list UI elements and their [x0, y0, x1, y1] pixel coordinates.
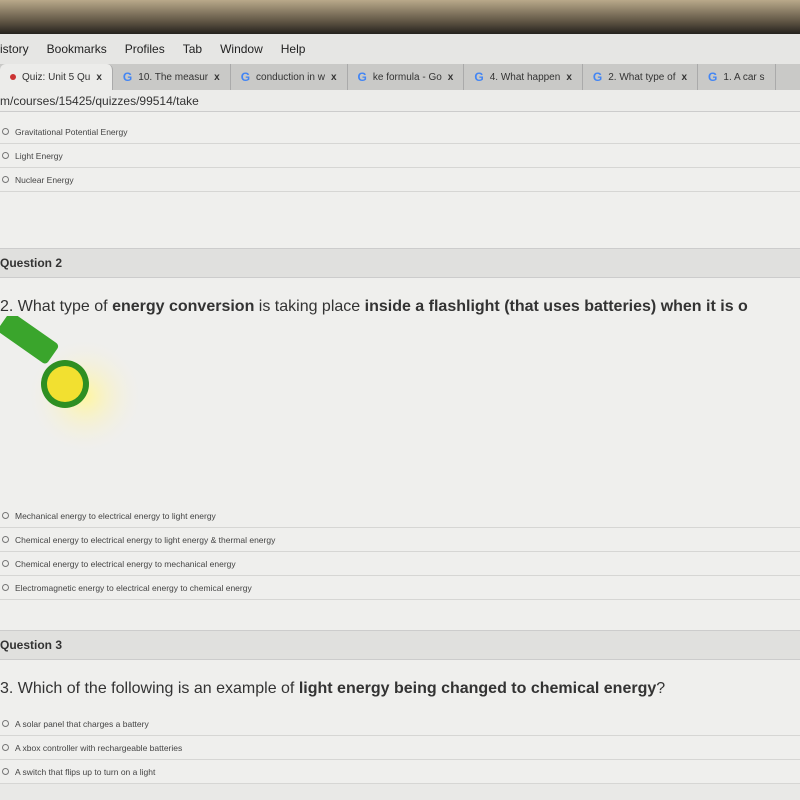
question-text-segment: is taking place — [254, 298, 365, 315]
close-tab-icon[interactable]: x — [566, 72, 572, 83]
question-text-segment: 2. What type of — [0, 298, 113, 315]
question-3-header: Question 3 — [0, 630, 800, 660]
menu-item[interactable]: Bookmarks — [47, 42, 107, 56]
menu-item[interactable]: Tab — [183, 42, 202, 56]
browser-tab[interactable]: Quiz: Unit 5 Qu x — [0, 64, 113, 90]
option-label: Light Energy — [15, 150, 63, 161]
answer-option[interactable]: Chemical energy to electrical energy to … — [0, 528, 800, 552]
radio-button[interactable] — [2, 584, 9, 591]
menu-item[interactable]: Help — [281, 42, 306, 56]
radio-button[interactable] — [2, 744, 9, 751]
option-label: A switch that flips up to turn on a ligh… — [15, 766, 156, 777]
google-icon: G — [708, 70, 718, 84]
option-label: Mechanical energy to electrical energy t… — [15, 510, 216, 521]
radio-button[interactable] — [2, 176, 9, 183]
google-icon: G — [122, 70, 133, 84]
option-label: Chemical energy to electrical energy to … — [15, 534, 276, 545]
radio-button[interactable] — [2, 536, 9, 543]
address-bar[interactable]: m/courses/15425/quizzes/99514/take — [0, 90, 800, 112]
google-icon: G — [474, 70, 484, 84]
option-label: Electromagnetic energy to electrical ene… — [15, 582, 252, 593]
tab-label: 1. A car s — [723, 71, 765, 83]
answer-option[interactable]: A xbox controller with rechargeable batt… — [0, 736, 800, 760]
radio-button[interactable] — [2, 152, 9, 159]
browser-tab[interactable]: Gconduction in w x — [231, 64, 348, 90]
question-3-text: 3. Which of the following is an example … — [0, 660, 800, 712]
question-text-segment: 3. Which of the following is an example … — [0, 680, 299, 697]
radio-button[interactable] — [2, 560, 9, 567]
question-3-options: A solar panel that charges a battery A xb… — [0, 712, 800, 784]
answer-option[interactable]: Gravitational Potential Energy — [0, 120, 800, 144]
menu-item[interactable]: istory — [0, 42, 29, 56]
browser-tab[interactable]: G 2. What type of x — [583, 64, 699, 90]
tab-label: 2. What type of — [608, 71, 676, 83]
answer-option[interactable]: Nuclear Energy — [0, 168, 800, 192]
question-text-segment: ? — [656, 680, 666, 697]
monitor-bezel — [0, 0, 800, 38]
radio-button[interactable] — [2, 720, 9, 727]
tab-label: ke formula - Go — [372, 71, 442, 83]
google-icon: G — [357, 70, 367, 84]
emphasized-text: energy conversion — [112, 298, 255, 315]
close-tab-icon[interactable]: x — [681, 72, 687, 83]
answer-option[interactable]: Electromagnetic energy to electrical ene… — [0, 576, 800, 600]
answer-option[interactable]: A solar panel that charges a battery — [0, 712, 800, 736]
answer-option[interactable]: Mechanical energy to electrical energy t… — [0, 504, 800, 528]
menu-bar: istory Bookmarks Profiles Tab Window Help — [0, 34, 800, 64]
browser-tab[interactable]: G 4. What happen x — [464, 64, 583, 90]
url-text: m/courses/15425/quizzes/99514/take — [0, 93, 199, 108]
emphasized-text: inside a flashlight (that uses batteries… — [364, 298, 748, 315]
tab-strip: Quiz: Unit 5 Qu x G 10. The measur x Gconduct… — [0, 64, 800, 90]
tab-label: conduction in w — [256, 71, 325, 83]
browser-tab[interactable]: Gke formula - Go x — [348, 64, 465, 90]
question-2-options: Mechanical energy to electrical energy t… — [0, 504, 800, 600]
option-label: A xbox controller with rechargeable batt… — [15, 742, 183, 753]
menu-item[interactable]: Window — [220, 42, 263, 56]
radio-button[interactable] — [2, 512, 9, 519]
option-label: Gravitational Potential Energy — [15, 126, 128, 137]
canvas-icon — [10, 74, 16, 80]
quiz-content: Gravitational Potential Energy Light Ener… — [0, 112, 800, 784]
menu-item[interactable]: Profiles — [125, 42, 165, 56]
tab-label: 4. What happen — [489, 71, 561, 83]
answer-option[interactable]: Chemical energy to electrical energy to … — [0, 552, 800, 576]
close-tab-icon[interactable]: x — [448, 72, 454, 83]
browser-tab[interactable]: G 1. A car s — [698, 64, 776, 90]
flashlight-image — [0, 316, 800, 490]
question-2-header: Question 2 — [0, 248, 800, 278]
answer-option[interactable]: A switch that flips up to turn on a ligh… — [0, 760, 800, 784]
tab-label: Quiz: Unit 5 Qu — [22, 71, 91, 83]
option-label: Chemical energy to electrical energy to … — [15, 558, 236, 569]
google-icon: G — [240, 70, 251, 84]
close-tab-icon[interactable]: x — [331, 72, 337, 83]
radio-button[interactable] — [2, 128, 9, 135]
option-label: A solar panel that charges a battery — [15, 718, 149, 729]
close-tab-icon[interactable]: x — [96, 72, 102, 83]
question-1-options: Gravitational Potential Energy Light Ener… — [0, 120, 800, 192]
close-tab-icon[interactable]: x — [214, 72, 220, 83]
tab-label: 10. The measur — [138, 71, 209, 83]
emphasized-text: light energy being changed to chemical e… — [298, 680, 657, 697]
option-label: Nuclear Energy — [15, 174, 74, 185]
browser-tab[interactable]: G 10. The measur x — [113, 64, 231, 90]
screen: istory Bookmarks Profiles Tab Window Help Qui… — [0, 34, 800, 800]
radio-button[interactable] — [2, 768, 9, 775]
google-icon: G — [592, 70, 603, 84]
answer-option[interactable]: Light Energy — [0, 144, 800, 168]
